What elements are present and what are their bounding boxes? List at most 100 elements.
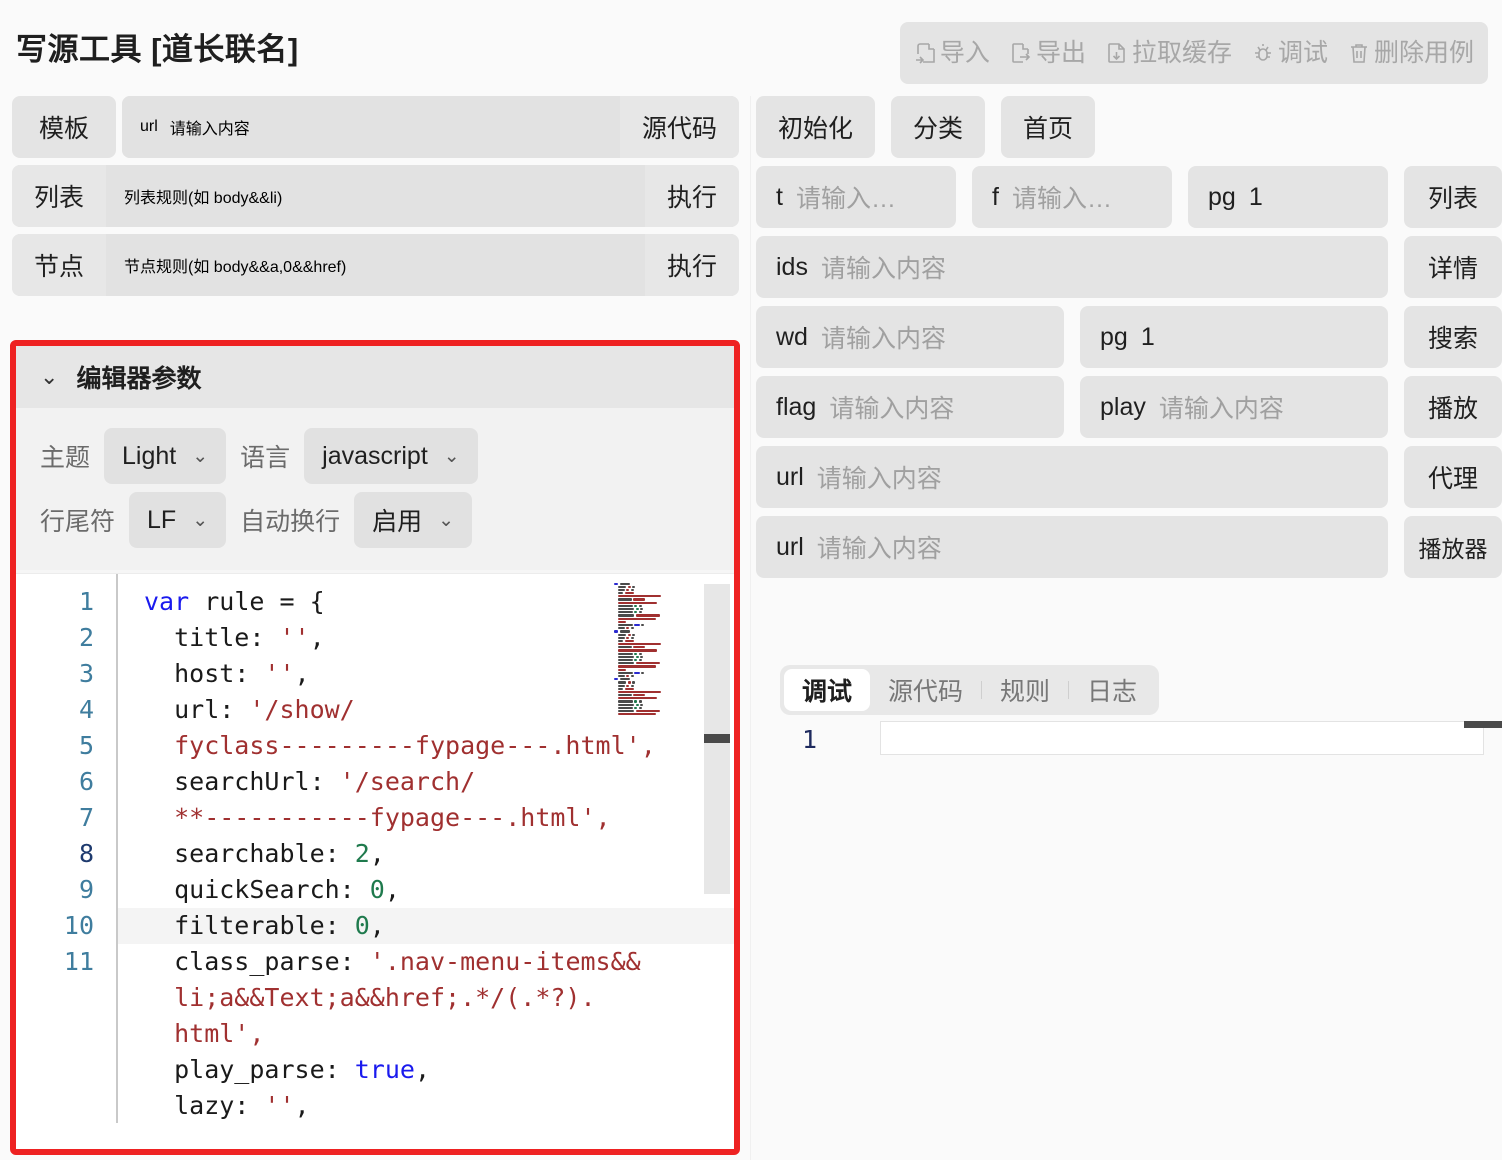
proxy-url-label: url (776, 462, 804, 491)
line-number-gutter: 1 2 3 4 5 6 7 8 9 10 11 (16, 574, 116, 1123)
player-action-button[interactable]: 播放器 (1404, 516, 1502, 578)
source-code-button[interactable]: 源代码 (619, 96, 739, 158)
editor-scrollbar-thumb[interactable] (704, 734, 730, 743)
node-execute-button[interactable]: 执行 (644, 234, 739, 296)
play-input[interactable]: play 请输入内容 (1080, 376, 1388, 438)
search-action-button[interactable]: 搜索 (1404, 306, 1502, 368)
init-button[interactable]: 初始化 (756, 96, 876, 158)
line-number: 1 (78, 587, 94, 616)
line-number: 7 (78, 803, 94, 832)
proxy-action-button[interactable]: 代理 (1404, 446, 1502, 508)
code-editor[interactable]: 1 2 3 4 5 6 7 8 9 10 11 var rule = { title: '', ho… (16, 570, 734, 1123)
home-button[interactable]: 首页 (1001, 96, 1096, 158)
code-line[interactable]: quickSearch: 0, (118, 872, 734, 908)
player-url-placeholder: 请输入内容 (816, 535, 942, 563)
import-label: 导入 (939, 38, 990, 67)
detail-action-button[interactable]: 详情 (1404, 236, 1502, 298)
chevron-down-icon: ⌄ (192, 509, 209, 531)
list-rule-input[interactable]: 列表规则(如 body&&li) (106, 165, 645, 227)
app-root: 写源工具 [道长联名] 导入 导出 拉取缓存 调试 删除用例 模板 url 请输… (0, 0, 1502, 1160)
category-button[interactable]: 分类 (891, 96, 986, 158)
code-line[interactable]: url: '/show/ (118, 692, 734, 728)
debug-panel: 调试 源代码 规则 日志 1 (780, 665, 1502, 785)
export-label: 导出 (1035, 38, 1086, 67)
export-icon (1010, 41, 1033, 66)
wordwrap-select[interactable]: 启用 ⌄ (354, 492, 473, 548)
list-action-button[interactable]: 列表 (1404, 166, 1502, 228)
node-rule-input[interactable]: 节点规则(如 body&&a,0&&href) (106, 234, 645, 296)
code-line[interactable]: play_parse: true, (118, 1052, 734, 1088)
flag-input[interactable]: flag 请输入内容 (756, 376, 1064, 438)
node-rule-placeholder: 节点规则(如 body&&a,0&&href) (124, 259, 347, 276)
template-button[interactable]: 模板 (12, 96, 116, 158)
editor-params-header[interactable]: ⌄ 编辑器参数 (16, 346, 734, 408)
list-execute-button[interactable]: 执行 (644, 165, 739, 227)
eol-select[interactable]: LF ⌄ (129, 492, 227, 548)
right-column: 初始化 分类 首页 t 请输入… f 请输入… pg 1 列表 ids 请输入内… (756, 96, 1502, 586)
code-line[interactable]: li;a&&Text;a&&href;.*/(.*?). (118, 980, 734, 1016)
f-input[interactable]: f 请输入… (972, 166, 1172, 228)
code-line[interactable]: searchable: 2, (118, 836, 734, 872)
line-number: 6 (78, 767, 94, 796)
template-row: 模板 url 请输入内容 源代码 (0, 96, 751, 158)
code-line[interactable]: fyclass---------fypage---.html', (118, 728, 734, 764)
tab-debug[interactable]: 调试 (784, 669, 871, 711)
code-line[interactable]: lazy: '', (118, 1088, 734, 1123)
flag-input-placeholder: 请输入内容 (829, 395, 955, 423)
url-combo: url 请输入内容 源代码 (122, 96, 739, 158)
player-url-label: url (776, 532, 804, 561)
import-button[interactable]: 导入 (914, 38, 990, 67)
play-input-placeholder: 请输入内容 (1158, 395, 1284, 423)
flag-input-label: flag (776, 392, 817, 421)
proxy-url-placeholder: 请输入内容 (816, 465, 942, 493)
debug-label: 调试 (1277, 38, 1328, 67)
debug-scrollbar-thumb[interactable] (1464, 721, 1502, 728)
pull-cache-button[interactable]: 拉取缓存 (1106, 40, 1232, 66)
node-rule-row: 节点 节点规则(如 body&&a,0&&href) 执行 (0, 234, 751, 296)
code-line[interactable]: var rule = { (118, 584, 734, 620)
debug-input-line[interactable] (880, 721, 1484, 755)
list-page-value: 1 (1248, 182, 1263, 211)
list-label-button[interactable]: 列表 (12, 165, 107, 227)
editor-params-title: 编辑器参数 (76, 365, 202, 393)
node-combo: 节点 节点规则(如 body&&a,0&&href) 执行 (12, 234, 739, 296)
url-input[interactable]: url 请输入内容 (122, 96, 620, 158)
play-action-button[interactable]: 播放 (1404, 376, 1502, 438)
list-page-input[interactable]: pg 1 (1188, 166, 1388, 228)
eol-value: LF (147, 505, 177, 534)
language-select[interactable]: javascript ⌄ (304, 428, 478, 484)
ids-input[interactable]: ids 请输入内容 (756, 236, 1388, 298)
editor-params-body: 主题 Light ⌄ 语言 javascript ⌄ 行尾符 LF ⌄ 自动换行 (16, 408, 734, 570)
proxy-url-input[interactable]: url 请输入内容 (756, 446, 1388, 508)
code-line[interactable]: title: '', (118, 620, 734, 656)
ids-input-label: ids (776, 252, 808, 281)
code-line[interactable]: searchUrl: '/search/ (118, 764, 734, 800)
code-line[interactable]: **-----------fypage---.html', (118, 800, 734, 836)
line-number: 11 (63, 947, 94, 976)
tab-logs[interactable]: 日志 (1069, 669, 1155, 711)
search-page-input[interactable]: pg 1 (1080, 306, 1388, 368)
export-button[interactable]: 导出 (1010, 38, 1086, 67)
code-line[interactable]: html', (118, 1016, 734, 1052)
theme-select[interactable]: Light ⌄ (104, 428, 227, 484)
delete-case-button[interactable]: 删除用例 (1348, 40, 1474, 66)
code-line[interactable]: class_parse: '.nav-menu-items&& (118, 944, 734, 980)
wd-input[interactable]: wd 请输入内容 (756, 306, 1064, 368)
tab-rules[interactable]: 规则 (982, 669, 1068, 711)
tab-source-code[interactable]: 源代码 (870, 669, 981, 711)
code-content[interactable]: var rule = { title: '', host: '', url: '… (116, 574, 734, 1123)
editor-params-row-2: 行尾符 LF ⌄ 自动换行 启用 ⌄ (40, 488, 710, 552)
eol-label: 行尾符 (40, 508, 116, 536)
debug-editor[interactable]: 1 (780, 721, 1502, 761)
player-url-input[interactable]: url 请输入内容 (756, 516, 1388, 578)
line-number: 8 (78, 839, 94, 868)
code-line[interactable]: filterable: 0, (118, 908, 734, 944)
f-input-label: f (992, 182, 999, 211)
play-input-label: play (1100, 392, 1146, 421)
bug-icon (1252, 41, 1275, 66)
code-line[interactable]: host: '', (118, 656, 734, 692)
t-input[interactable]: t 请输入… (756, 166, 956, 228)
t-input-placeholder: 请输入… (795, 185, 896, 213)
node-label-button[interactable]: 节点 (12, 234, 107, 296)
debug-button[interactable]: 调试 (1252, 38, 1328, 67)
